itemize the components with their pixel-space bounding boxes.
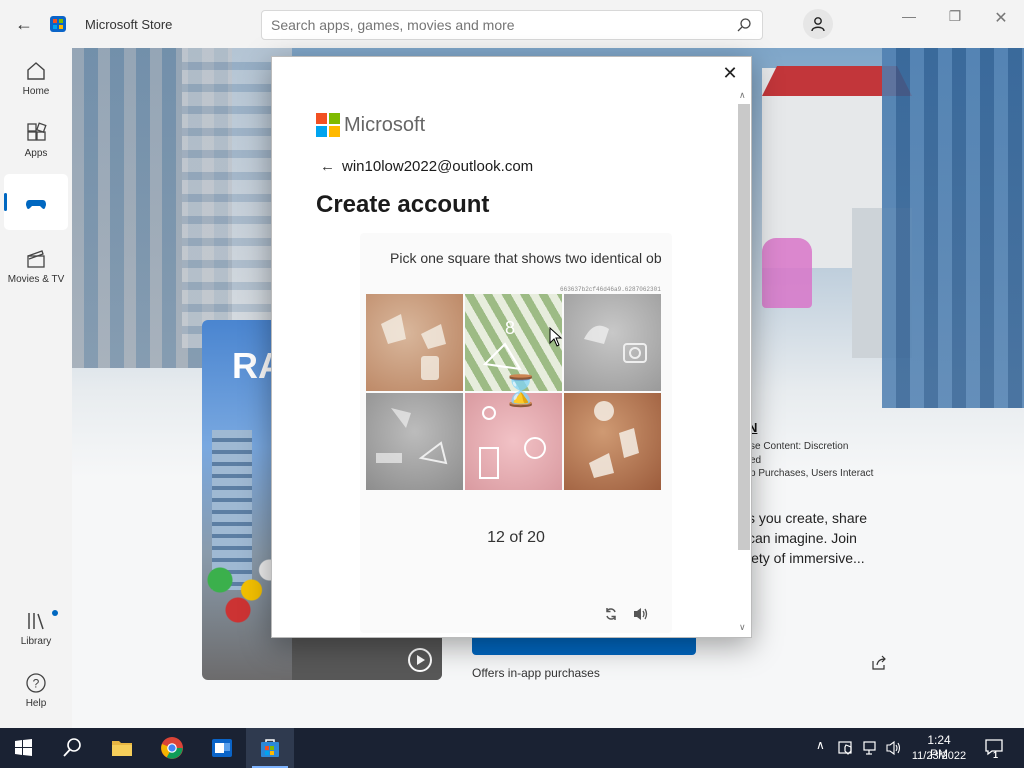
rating-descriptor: p Purchases, Users Interact: [750, 468, 874, 479]
restore-button[interactable]: ❐: [940, 8, 970, 28]
sidebar: Home Apps Movies & TV Library ? Help: [0, 48, 72, 728]
taskbar-outlook[interactable]: [198, 728, 246, 768]
sidebar-label-library: Library: [20, 636, 52, 647]
outlook-icon: [212, 739, 232, 757]
scroll-down-arrow-icon[interactable]: ∨: [739, 622, 746, 633]
sidebar-item-apps[interactable]: Apps: [4, 116, 68, 174]
microsoft-logo-icon: [316, 113, 340, 137]
captcha-tile[interactable]: [564, 393, 661, 490]
sidebar-item-home[interactable]: Home: [4, 54, 68, 112]
gaming-icon: [26, 200, 46, 209]
dialog-scrollbar[interactable]: ∧ ∨: [738, 90, 750, 636]
sidebar-item-help[interactable]: ? Help: [4, 666, 68, 724]
rating-descriptor: se Content: Discretion: [750, 441, 849, 452]
sidebar-item-library[interactable]: Library: [4, 604, 68, 662]
captcha-prompt: Pick one square that shows two identical…: [390, 250, 662, 266]
hero-building: [882, 48, 1024, 408]
captcha-tile[interactable]: [366, 294, 463, 391]
play-icon[interactable]: [407, 647, 433, 673]
sidebar-label-movies: Movies & TV: [7, 274, 65, 285]
account-email: win10low2022@outlook.com: [342, 158, 534, 175]
hero-character: [762, 238, 812, 308]
title-bar: ← Microsoft Store — ❐ ✕: [0, 0, 1024, 48]
captcha-tile[interactable]: [366, 393, 463, 490]
captcha-challenge: Pick one square that shows two identical…: [360, 233, 672, 633]
file-explorer-icon: [112, 741, 132, 756]
sign-in-dialog: ✕ ∧ ∨ Microsoft ← win10low2022@outlook.c…: [271, 56, 752, 638]
help-icon: ?: [26, 673, 46, 693]
captcha-objects-icon: [589, 401, 639, 478]
volume-icon[interactable]: [886, 740, 902, 756]
search-icon[interactable]: [736, 17, 752, 33]
hourglass-icon: ⌛: [502, 375, 540, 408]
start-icon: [15, 739, 32, 756]
dialog-heading: Create account: [316, 191, 490, 218]
taskbar-chrome[interactable]: [148, 728, 196, 768]
refresh-icon[interactable]: [604, 607, 618, 621]
store-logo-icon: [50, 16, 66, 32]
movies-icon: [27, 250, 45, 268]
security-icon[interactable]: [838, 740, 854, 756]
microsoft-wordmark: Microsoft: [344, 114, 426, 136]
start-button[interactable]: [0, 728, 48, 768]
clock-date[interactable]: 11/23/2022: [906, 750, 972, 762]
sidebar-label-home: Home: [22, 86, 50, 97]
sidebar-label-apps: Apps: [24, 148, 48, 159]
back-button[interactable]: ←: [12, 12, 36, 36]
captcha-objects-icon: [381, 314, 446, 380]
account-avatar[interactable]: [803, 9, 833, 39]
mouse-cursor-icon: [549, 327, 563, 347]
app-title: Microsoft Store: [85, 17, 173, 32]
sidebar-item-movies-tv[interactable]: Movies & TV: [4, 242, 68, 300]
taskbar-search-button[interactable]: [48, 728, 96, 768]
taskbar-microsoft-store[interactable]: [246, 728, 294, 768]
search-box[interactable]: [261, 10, 763, 40]
close-window-button[interactable]: ✕: [986, 8, 1016, 28]
search-input[interactable]: [271, 17, 721, 33]
svg-text:8: 8: [505, 318, 515, 338]
taskbar: ∧ 1:24 PM 11/23/2022 1: [0, 728, 1024, 768]
library-icon: [28, 613, 44, 630]
scroll-up-arrow-icon[interactable]: ∧: [739, 90, 746, 101]
close-dialog-button[interactable]: ✕: [721, 64, 739, 82]
captcha-grid: 8 ⌛: [366, 294, 662, 490]
in-app-purchases-note: Offers in-app purchases: [472, 666, 600, 680]
captcha-progress: 12 of 20: [487, 529, 545, 546]
captcha-objects-icon: [584, 325, 647, 363]
search-icon: [63, 738, 81, 757]
chrome-icon: [161, 737, 183, 759]
notification-dot: [52, 610, 58, 616]
audio-icon[interactable]: [632, 606, 650, 622]
home-icon: [27, 62, 45, 80]
sidebar-item-gaming[interactable]: [4, 174, 68, 230]
captcha-objects-icon: [376, 408, 448, 465]
taskbar-file-explorer[interactable]: [98, 728, 146, 768]
network-icon[interactable]: [863, 740, 879, 756]
back-arrow-icon[interactable]: ←: [320, 158, 335, 175]
minimize-button[interactable]: —: [894, 8, 924, 28]
scroll-thumb[interactable]: [738, 104, 750, 550]
share-icon[interactable]: [871, 655, 887, 671]
show-hidden-icons-chevron-icon[interactable]: ∧: [816, 738, 825, 752]
description-line: s you create, share: [748, 510, 868, 526]
description-line: can imagine. Join: [748, 530, 857, 546]
svg-text:?: ?: [33, 677, 40, 691]
notification-count: 1: [993, 750, 999, 760]
microsoft-store-icon: [261, 739, 279, 757]
description-line: iety of immersive...: [748, 550, 865, 566]
sidebar-label-help: Help: [25, 698, 47, 709]
user-icon: [811, 17, 825, 32]
captcha-tile[interactable]: [564, 294, 661, 391]
apps-icon: [27, 122, 47, 141]
captcha-session-id: 663637b2cf46d46a9.6287062301: [560, 286, 661, 293]
selection-indicator: [4, 193, 7, 211]
